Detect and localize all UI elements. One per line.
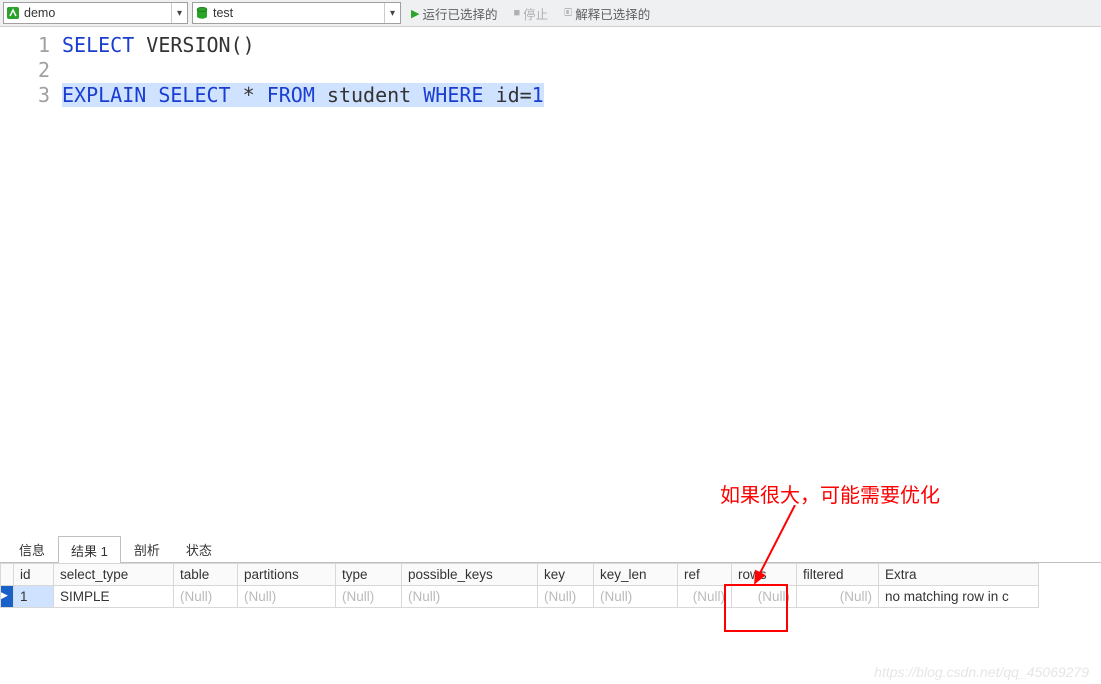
- run-label: 运行已选择的: [422, 4, 497, 23]
- code-line: EXPLAIN SELECT * FROM student WHERE id=1: [62, 83, 1101, 108]
- connection-icon: [4, 6, 22, 20]
- col-id[interactable]: id: [14, 564, 54, 586]
- stop-icon: ■: [513, 7, 520, 19]
- cell-possible-keys[interactable]: (Null): [402, 586, 538, 608]
- stop-button[interactable]: ■ 停止: [507, 2, 554, 24]
- database-label: test: [211, 6, 384, 20]
- row-marker-icon: [1, 586, 14, 608]
- col-select-type[interactable]: select_type: [54, 564, 174, 586]
- cell-rows[interactable]: (Null): [732, 586, 797, 608]
- tab-result-1[interactable]: 结果 1: [58, 536, 121, 563]
- explain-button[interactable]: 🗉 解释已选择的: [558, 2, 656, 24]
- cell-key-len[interactable]: (Null): [594, 586, 678, 608]
- cell-type[interactable]: (Null): [336, 586, 402, 608]
- col-key[interactable]: key: [538, 564, 594, 586]
- col-table[interactable]: table: [174, 564, 238, 586]
- col-extra[interactable]: Extra: [879, 564, 1039, 586]
- grid-header-row: id select_type table partitions type pos…: [1, 564, 1039, 586]
- tab-profile[interactable]: 剖析: [121, 535, 173, 562]
- result-grid[interactable]: id select_type table partitions type pos…: [0, 563, 1039, 608]
- code-line: [62, 58, 1101, 83]
- stop-label: 停止: [523, 4, 548, 23]
- row-marker-header: [1, 564, 14, 586]
- explain-label: 解释已选择的: [575, 4, 650, 23]
- table-row[interactable]: 1 SIMPLE (Null) (Null) (Null) (Null) (Nu…: [1, 586, 1039, 608]
- cell-extra[interactable]: no matching row in c: [879, 586, 1039, 608]
- code-line: SELECT VERSION(): [62, 33, 1101, 58]
- run-button[interactable]: ▶ 运行已选择的: [405, 2, 503, 24]
- cell-partitions[interactable]: (Null): [238, 586, 336, 608]
- code-area[interactable]: SELECT VERSION() EXPLAIN SELECT * FROM s…: [62, 33, 1101, 537]
- line-gutter: 1 2 3: [0, 33, 62, 537]
- col-key-len[interactable]: key_len: [594, 564, 678, 586]
- connection-label: demo: [22, 6, 171, 20]
- database-dropdown[interactable]: test ▾: [192, 2, 401, 24]
- col-filtered[interactable]: filtered: [797, 564, 879, 586]
- tab-info[interactable]: 信息: [6, 535, 58, 562]
- watermark: https://blog.csdn.net/qq_45069279: [874, 664, 1089, 680]
- col-ref[interactable]: ref: [678, 564, 732, 586]
- toolbar: demo ▾ test ▾ ▶ 运行已选择的 ■ 停止 🗉 解释已选择的: [0, 0, 1101, 27]
- cell-id[interactable]: 1: [14, 586, 54, 608]
- database-icon: [193, 6, 211, 20]
- chevron-down-icon: ▾: [171, 3, 187, 23]
- cell-table[interactable]: (Null): [174, 586, 238, 608]
- connection-dropdown[interactable]: demo ▾: [3, 2, 188, 24]
- play-icon: ▶: [411, 7, 419, 20]
- tab-status[interactable]: 状态: [173, 535, 225, 562]
- explain-icon: 🗉: [564, 4, 572, 23]
- col-possible-keys[interactable]: possible_keys: [402, 564, 538, 586]
- cell-key[interactable]: (Null): [538, 586, 594, 608]
- result-tabs: 信息 结果 1 剖析 状态: [0, 537, 1101, 563]
- col-type[interactable]: type: [336, 564, 402, 586]
- cell-select-type[interactable]: SIMPLE: [54, 586, 174, 608]
- chevron-down-icon: ▾: [384, 3, 400, 23]
- cell-filtered[interactable]: (Null): [797, 586, 879, 608]
- cell-ref[interactable]: (Null): [678, 586, 732, 608]
- col-partitions[interactable]: partitions: [238, 564, 336, 586]
- sql-editor[interactable]: 1 2 3 SELECT VERSION() EXPLAIN SELECT * …: [0, 27, 1101, 537]
- col-rows[interactable]: rows: [732, 564, 797, 586]
